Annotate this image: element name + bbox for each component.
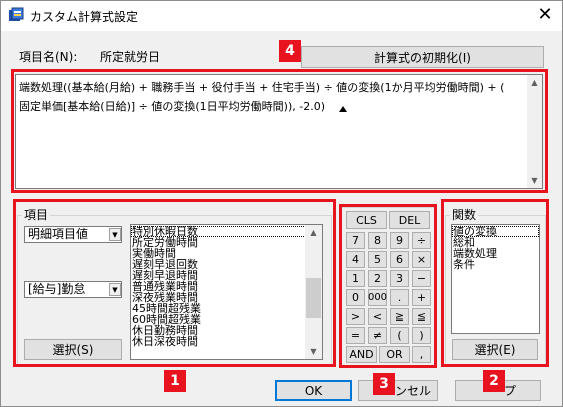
items-highlight-box [13,199,336,367]
formula-highlight-box [11,69,548,193]
annotation-badge-4: 4 [279,40,301,62]
keypad-highlight-box [339,204,437,368]
annotation-badge-1: 1 [164,370,186,392]
item-name-label: 項目名(N): [19,50,78,64]
init-formula-button[interactable]: 計算式の初期化(I) [301,46,544,68]
cancel-button[interactable]: ンセル [358,380,438,401]
close-icon[interactable]: ✕ [533,4,557,26]
item-name-value: 所定就労日 [100,50,161,64]
annotation-badge-3: 3 [373,373,395,395]
app-icon [9,7,24,21]
ok-button[interactable]: OK [275,380,352,401]
window-title: カスタム計算式設定 [30,10,139,24]
functions-highlight-box [441,199,549,367]
annotation-badge-2: 2 [483,370,505,392]
